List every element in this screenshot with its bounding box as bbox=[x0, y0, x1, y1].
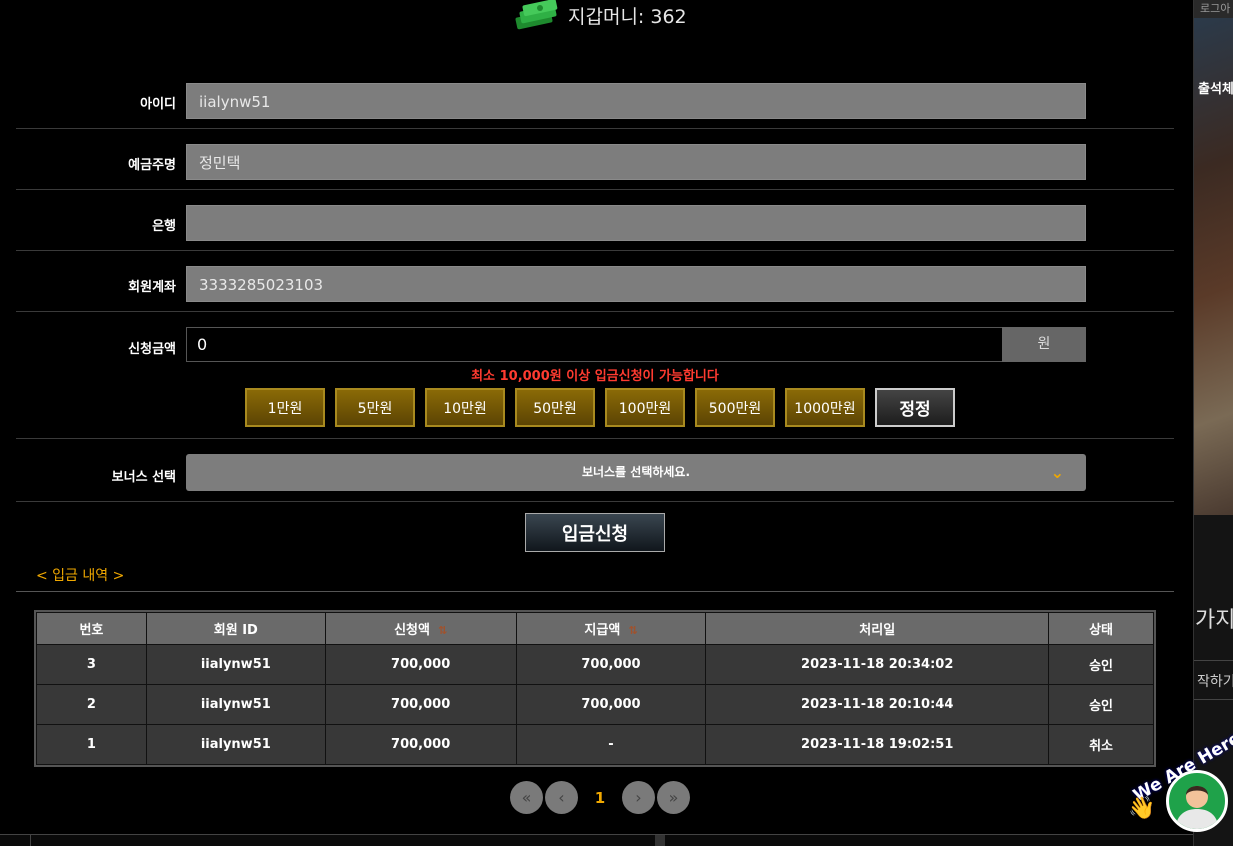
depositor-field[interactable]: 정민택 bbox=[186, 144, 1086, 180]
table-row: 1 iialynw51 700,000 - 2023-11-18 19:02:5… bbox=[36, 724, 1154, 765]
wallet-text: 지갑머니: 362 bbox=[568, 5, 687, 28]
table-row: 2 iialynw51 700,000 700,000 2023-11-18 2… bbox=[36, 684, 1154, 725]
header-status: 상태 bbox=[1048, 612, 1154, 645]
header-member-id: 회원 ID bbox=[145, 612, 326, 645]
amount-button-10k[interactable]: 1만원 bbox=[245, 388, 325, 427]
prev-page-button[interactable]: ‹ bbox=[545, 781, 578, 814]
avatar[interactable] bbox=[1166, 770, 1228, 832]
header-paid-amount[interactable]: 지급액 ⇅ bbox=[515, 612, 707, 645]
amount-label: 신청금액 bbox=[128, 342, 176, 357]
header-processed-date: 처리일 bbox=[705, 612, 1050, 645]
account-field[interactable]: 3333285023103 bbox=[186, 266, 1086, 302]
bottom-scrollbar bbox=[0, 834, 1193, 846]
amount-quick-buttons: 1만원 5만원 10만원 50만원 100만원 500만원 1000만원 정정 bbox=[245, 388, 955, 427]
row-id: 아이디 iialynw51 bbox=[16, 72, 1174, 129]
cell-paid-amount: 700,000 bbox=[515, 644, 707, 685]
table-row: 3 iialynw51 700,000 700,000 2023-11-18 2… bbox=[36, 644, 1154, 685]
cell-status: 승인 bbox=[1048, 644, 1154, 685]
cell-member-id: iialynw51 bbox=[145, 644, 326, 685]
wallet-balance: 지갑머니: 362 bbox=[514, 0, 687, 30]
chevron-down-icon: ⌄ bbox=[1050, 463, 1064, 482]
side-panel: 로그아 출석체 가지1 작하기 bbox=[1193, 0, 1233, 846]
amount-button-500k[interactable]: 50만원 bbox=[515, 388, 595, 427]
first-page-button[interactable]: « bbox=[510, 781, 543, 814]
history-title: < 입금 내역 > bbox=[36, 568, 125, 584]
cell-request-amount: 700,000 bbox=[324, 724, 517, 765]
depositor-label: 예금주명 bbox=[128, 158, 176, 173]
row-account: 회원계좌 3333285023103 bbox=[16, 251, 1174, 312]
id-label: 아이디 bbox=[140, 97, 176, 112]
amount-button-50k[interactable]: 5만원 bbox=[335, 388, 415, 427]
money-stack-icon bbox=[515, 0, 558, 30]
amount-button-5m[interactable]: 500만원 bbox=[695, 388, 775, 427]
current-page[interactable]: 1 bbox=[578, 789, 622, 807]
row-bank: 은행 bbox=[16, 190, 1174, 251]
deposit-history-table: 번호 회원 ID 신청액 ⇅ 지급액 ⇅ 처리일 상태 3 iialynw51 70… bbox=[34, 610, 1156, 767]
cell-no: 2 bbox=[36, 684, 147, 725]
row-depositor: 예금주명 정민택 bbox=[16, 129, 1174, 190]
next-page-button[interactable]: › bbox=[622, 781, 655, 814]
logout-button[interactable]: 로그아 bbox=[1194, 0, 1233, 18]
bonus-label: 보너스 선택 bbox=[111, 470, 176, 485]
header-request-amount[interactable]: 신청액 ⇅ bbox=[324, 612, 517, 645]
cell-processed-date: 2023-11-18 20:10:44 bbox=[705, 684, 1050, 725]
table-header-row: 번호 회원 ID 신청액 ⇅ 지급액 ⇅ 처리일 상태 bbox=[36, 612, 1154, 645]
bank-label: 은행 bbox=[152, 219, 176, 234]
cell-request-amount: 700,000 bbox=[324, 644, 517, 685]
bonus-select[interactable]: 보너스를 선택하세요. ⌄ bbox=[186, 454, 1086, 491]
cell-processed-date: 2023-11-18 20:34:02 bbox=[705, 644, 1050, 685]
cell-request-amount: 700,000 bbox=[324, 684, 517, 725]
header-no: 번호 bbox=[36, 612, 147, 645]
bank-field[interactable] bbox=[186, 205, 1086, 241]
row-bonus: 보너스 선택 보너스를 선택하세요. ⌄ bbox=[16, 439, 1174, 502]
side-banner-text: 출석체 bbox=[1198, 82, 1233, 97]
row-amount: 신청금액 0 원 최소 10,000원 이상 입금신청이 가능합니다 1만원 5… bbox=[16, 312, 1174, 439]
cell-member-id: iialynw51 bbox=[145, 724, 326, 765]
side-start-button[interactable]: 작하기 bbox=[1194, 660, 1233, 700]
amount-button-100k[interactable]: 10만원 bbox=[425, 388, 505, 427]
side-heading: 가지1 bbox=[1195, 608, 1233, 633]
amount-input[interactable]: 0 bbox=[186, 327, 1003, 362]
cell-paid-amount: - bbox=[515, 724, 707, 765]
account-label: 회원계좌 bbox=[128, 280, 176, 295]
last-page-button[interactable]: » bbox=[657, 781, 690, 814]
deposit-submit-button[interactable]: 입금신청 bbox=[525, 513, 665, 552]
bonus-select-value: 보너스를 선택하세요. bbox=[581, 465, 691, 479]
cell-member-id: iialynw51 bbox=[145, 684, 326, 725]
cell-no: 1 bbox=[36, 724, 147, 765]
amount-button-1m[interactable]: 100만원 bbox=[605, 388, 685, 427]
min-amount-notice: 최소 10,000원 이상 입금신청이 가능합니다 bbox=[471, 369, 719, 384]
cell-status: 승인 bbox=[1048, 684, 1154, 725]
amount-unit: 원 bbox=[1002, 327, 1086, 362]
divider bbox=[16, 591, 1174, 592]
cell-paid-amount: 700,000 bbox=[515, 684, 707, 725]
waving-hand-icon: 👋 bbox=[1128, 796, 1156, 821]
chat-widget[interactable]: We Are Here 👋 bbox=[1128, 729, 1233, 840]
amount-button-10m[interactable]: 1000만원 bbox=[785, 388, 865, 427]
sort-icon[interactable]: ⇅ bbox=[628, 624, 637, 637]
id-field[interactable]: iialynw51 bbox=[186, 83, 1086, 119]
cell-no: 3 bbox=[36, 644, 147, 685]
cell-processed-date: 2023-11-18 19:02:51 bbox=[705, 724, 1050, 765]
sort-icon[interactable]: ⇅ bbox=[438, 624, 447, 637]
reset-button[interactable]: 정정 bbox=[875, 388, 955, 427]
pagination: « ‹ 1 › » bbox=[510, 781, 690, 814]
